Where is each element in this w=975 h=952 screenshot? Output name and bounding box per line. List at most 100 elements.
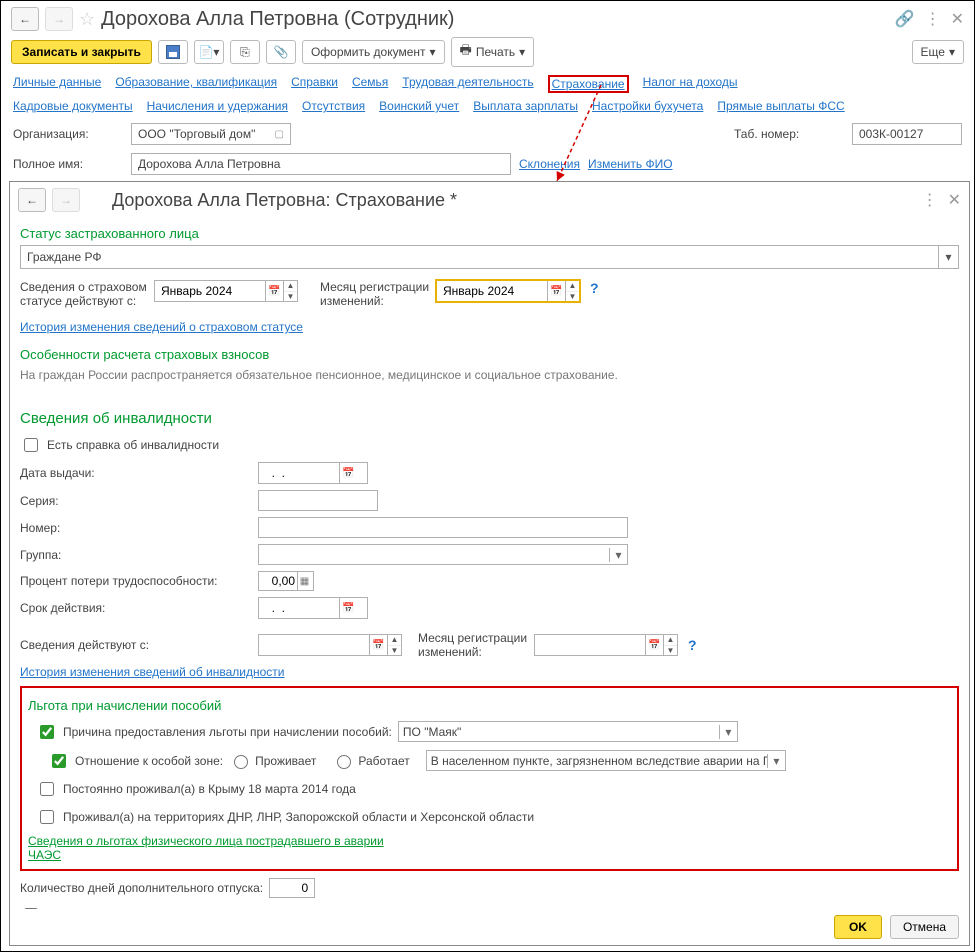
link-education[interactable]: Образование, квалификация bbox=[115, 75, 277, 93]
disability-history-link[interactable]: История изменения сведений об инвалиднос… bbox=[20, 665, 285, 679]
zone-radio-works[interactable] bbox=[337, 755, 351, 769]
group-select[interactable]: ▾ bbox=[258, 544, 628, 565]
chevron-down-icon[interactable]: ▾ bbox=[767, 754, 785, 768]
calendar-icon[interactable]: 📅 bbox=[339, 598, 357, 618]
number-label: Номер: bbox=[20, 521, 252, 535]
link-references[interactable]: Справки bbox=[291, 75, 338, 93]
info-valid-label: Сведения действуют с: bbox=[20, 638, 252, 652]
chevron-down-icon[interactable]: ▾ bbox=[938, 246, 958, 268]
tabn-label: Таб. номер: bbox=[734, 127, 844, 141]
reg-month2-label: Месяц регистрации изменений: bbox=[418, 631, 528, 659]
lookup-icon[interactable]: ▢ bbox=[275, 129, 284, 140]
link-absences[interactable]: Отсутствия bbox=[302, 99, 365, 113]
fullname-label: Полное имя: bbox=[13, 157, 123, 171]
calendar-icon[interactable]: 📅 bbox=[547, 281, 565, 301]
print-button[interactable]: Печать ▾ bbox=[451, 37, 535, 67]
date-issue-input[interactable]: 📅 bbox=[258, 462, 368, 484]
chaes-link[interactable]: Сведения о льготах физического лица пост… bbox=[28, 834, 388, 862]
disability-chk-label: Есть справка об инвалидности bbox=[47, 438, 219, 452]
create-document-button[interactable]: Оформить документ ▾ bbox=[302, 40, 445, 64]
disability-checkbox[interactable] bbox=[24, 438, 38, 452]
zone-label: Отношение к особой зоне: bbox=[75, 754, 223, 768]
paperclip-button[interactable]: 📎 bbox=[266, 40, 296, 64]
insured-status-title: Статус застрахованного лица bbox=[20, 222, 959, 245]
calendar-icon[interactable]: 📅 bbox=[645, 635, 663, 655]
chevron-down-icon[interactable]: ▾ bbox=[719, 725, 737, 739]
more-button[interactable]: Еще ▾ bbox=[912, 40, 964, 64]
spin-down-icon[interactable]: ▼ bbox=[284, 292, 297, 302]
date-issue-label: Дата выдачи: bbox=[20, 466, 252, 480]
link-work[interactable]: Трудовая деятельность bbox=[402, 75, 533, 93]
disk-icon bbox=[166, 45, 180, 59]
forward-button[interactable]: → bbox=[45, 7, 73, 31]
back-button[interactable]: ← bbox=[11, 7, 39, 31]
favorite-star-icon[interactable]: ☆ bbox=[79, 9, 95, 30]
link-insurance[interactable]: Страхование bbox=[548, 75, 629, 93]
add-days-label: Количество дней дополнительного отпуска: bbox=[20, 881, 263, 895]
spin-down-icon[interactable]: ▼ bbox=[566, 292, 579, 302]
zone-checkbox[interactable] bbox=[52, 754, 66, 768]
insured-status-select[interactable]: Граждане РФ ▾ bbox=[20, 245, 959, 269]
calc-icon[interactable]: ▦ bbox=[297, 572, 311, 590]
printer-icon bbox=[460, 41, 472, 63]
crimea-checkbox[interactable] bbox=[40, 782, 54, 796]
calendar-icon[interactable]: 📅 bbox=[265, 281, 283, 301]
link-military[interactable]: Воинский учет bbox=[379, 99, 459, 113]
chevron-down-icon: ▾ bbox=[430, 45, 436, 59]
calc-features-title: Особенности расчета страховых взносов bbox=[20, 343, 959, 366]
dnr-checkbox[interactable] bbox=[40, 810, 54, 824]
sub-close-icon[interactable]: ✕ bbox=[948, 190, 961, 210]
reason-checkbox[interactable] bbox=[40, 725, 54, 739]
link-fss[interactable]: Прямые выплаты ФСС bbox=[717, 99, 844, 113]
add-days-input[interactable] bbox=[269, 878, 315, 898]
declensions-link[interactable]: Склонения bbox=[519, 157, 580, 171]
reason-select[interactable]: ПО "Маяк" ▾ bbox=[398, 721, 738, 742]
valid-from-input[interactable]: 📅 ▲▼ bbox=[154, 280, 298, 302]
spin-up-icon[interactable]: ▲ bbox=[284, 281, 297, 292]
fullname-input[interactable]: Дорохова Алла Петровна bbox=[131, 153, 511, 175]
organization-input[interactable]: ООО "Торговый дом" ▢ bbox=[131, 123, 291, 145]
link-accruals[interactable]: Начисления и удержания bbox=[147, 99, 288, 113]
info-valid-input[interactable]: 📅 ▲▼ bbox=[258, 634, 402, 656]
calendar-icon[interactable]: 📅 bbox=[369, 635, 387, 655]
reg-month2-input[interactable]: 📅 ▲▼ bbox=[534, 634, 678, 656]
swap-button[interactable]: 📄▾ bbox=[194, 40, 224, 64]
spin-up-icon[interactable]: ▲ bbox=[566, 281, 579, 292]
tabn-input[interactable]: 003К-00127 bbox=[852, 123, 962, 145]
series-input[interactable] bbox=[258, 490, 378, 511]
link-personal-data[interactable]: Личные данные bbox=[13, 75, 101, 93]
link-family[interactable]: Семья bbox=[352, 75, 388, 93]
valid-till-label: Срок действия: bbox=[20, 601, 252, 615]
disability-title: Сведения об инвалидности bbox=[20, 406, 959, 431]
help-icon[interactable]: ? bbox=[684, 637, 701, 653]
percent-input[interactable]: ▦ bbox=[258, 571, 314, 591]
sub-forward-button[interactable]: → bbox=[52, 188, 80, 212]
organization-label: Организация: bbox=[13, 127, 123, 141]
link-accounting[interactable]: Настройки бухучета bbox=[592, 99, 703, 113]
number-input[interactable] bbox=[258, 517, 628, 538]
help-icon[interactable]: ? bbox=[586, 280, 603, 296]
zone-radio-lives[interactable] bbox=[234, 755, 248, 769]
kebab-menu-icon[interactable]: ⋮ bbox=[925, 9, 941, 29]
save-and-close-button[interactable]: Записать и закрыть bbox=[11, 40, 152, 64]
link-tax[interactable]: Налог на доходы bbox=[643, 75, 738, 93]
chevron-down-icon: ▾ bbox=[519, 45, 525, 59]
status-history-link[interactable]: История изменения сведений о страховом с… bbox=[20, 320, 303, 334]
zone-select[interactable]: В населенном пункте, загрязненном вследс… bbox=[426, 750, 786, 771]
ok-button[interactable]: OK bbox=[834, 915, 882, 939]
sub-kebab-icon[interactable]: ⋮ bbox=[922, 190, 938, 210]
save-button[interactable] bbox=[158, 40, 188, 64]
link-kadr-docs[interactable]: Кадровые документы bbox=[13, 99, 133, 113]
copy-button[interactable]: ⎘ bbox=[230, 40, 260, 64]
attach-link-icon[interactable]: 🔗 bbox=[895, 9, 915, 29]
reg-month-input[interactable]: 📅 ▲▼ bbox=[436, 280, 580, 302]
link-salary[interactable]: Выплата зарплаты bbox=[473, 99, 578, 113]
calc-note: На граждан России распространяется обяза… bbox=[20, 366, 959, 392]
cancel-button[interactable]: Отмена bbox=[890, 915, 959, 939]
change-fio-link[interactable]: Изменить ФИО bbox=[588, 157, 673, 171]
reg-month-label: Месяц регистрации изменений: bbox=[320, 280, 430, 308]
calendar-icon[interactable]: 📅 bbox=[339, 463, 357, 483]
close-icon[interactable]: ✕ bbox=[951, 9, 964, 29]
valid-till-input[interactable]: 📅 bbox=[258, 597, 368, 619]
sub-back-button[interactable]: ← bbox=[18, 188, 46, 212]
